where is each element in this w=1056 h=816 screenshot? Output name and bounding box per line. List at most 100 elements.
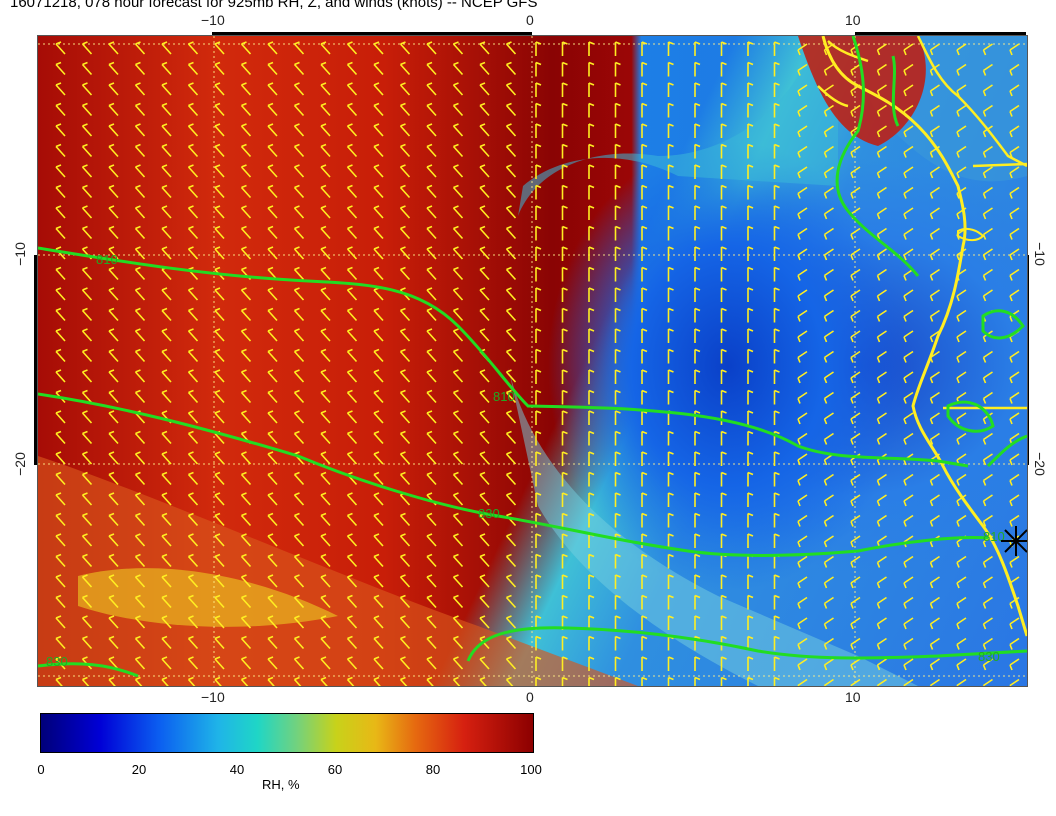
- wind-barb: [694, 328, 701, 343]
- wind-barb: [614, 184, 621, 200]
- wind-barb: [452, 102, 464, 117]
- wind-barb: [876, 289, 887, 302]
- wind-barb: [720, 369, 727, 384]
- contour-east-loop: [981, 309, 1025, 340]
- wind-barb: [561, 307, 568, 323]
- wind-barb: [773, 369, 780, 384]
- wind-barb: [561, 574, 568, 589]
- wind-barb: [667, 369, 674, 384]
- wind-barb: [108, 205, 119, 219]
- wind-barb: [479, 123, 490, 137]
- wind-barb: [929, 166, 940, 179]
- wind-barb: [667, 225, 674, 241]
- wind-barb: [667, 246, 674, 261]
- wind-barb: [667, 512, 674, 528]
- wind-barb: [773, 348, 780, 364]
- wind-barb: [641, 656, 648, 671]
- wind-barb: [134, 102, 146, 117]
- wind-barb: [588, 594, 595, 610]
- wind-barb: [426, 307, 437, 322]
- wind-barb: [694, 102, 701, 118]
- wind-barb: [641, 164, 648, 179]
- wind-barb: [426, 389, 437, 404]
- wind-barb: [55, 102, 66, 117]
- wind-barb: [1009, 350, 1020, 363]
- wind-barb: [823, 186, 834, 199]
- wind-barb: [214, 471, 225, 486]
- wind-barb: [479, 389, 490, 404]
- wind-barb: [773, 512, 780, 528]
- wind-barb: [720, 102, 727, 118]
- wind-barb: [479, 492, 490, 506]
- wind-barb: [773, 410, 780, 425]
- wind-barb: [134, 287, 146, 301]
- wind-barb: [797, 309, 808, 322]
- wind-barb: [535, 123, 542, 138]
- wind-barb: [346, 164, 358, 178]
- wind-barb: [535, 82, 542, 97]
- wind-barb: [876, 391, 887, 404]
- wind-barb: [823, 371, 834, 384]
- wind-barb: [876, 596, 887, 609]
- wind-barb: [982, 207, 993, 220]
- wind-barb: [240, 287, 252, 301]
- wind-barb: [161, 471, 172, 486]
- wind-barb: [399, 389, 411, 404]
- wind-barb: [823, 309, 834, 322]
- wind-barb: [452, 451, 464, 465]
- wind-barb: [81, 82, 93, 96]
- wind-barb: [667, 635, 674, 651]
- wind-barb: [399, 246, 411, 260]
- wind-barb: [320, 533, 331, 547]
- wind-barb: [426, 184, 437, 199]
- wind-barb: [720, 246, 727, 261]
- wind-barb: [667, 389, 674, 405]
- wind-barb: [240, 328, 252, 342]
- wind-barb: [614, 328, 621, 343]
- wind-barb: [240, 123, 252, 137]
- wind-barb: [346, 492, 358, 506]
- axis-top-tick: −10: [201, 12, 225, 28]
- wind-barb: [373, 61, 384, 76]
- wind-barb: [982, 432, 993, 445]
- wind-barb: [505, 266, 517, 281]
- wind-barb: [161, 287, 172, 301]
- wind-barb: [240, 389, 252, 404]
- wind-barb: [505, 328, 517, 342]
- wind-barb: [614, 225, 621, 241]
- wind-barb: [346, 205, 358, 219]
- wind-barb: [373, 410, 384, 424]
- wind-barb: [614, 307, 621, 323]
- wind-barb: [588, 410, 595, 425]
- wind-barb: [667, 430, 674, 446]
- wind-barb: [240, 471, 252, 486]
- axis-right-tick: −20: [1031, 452, 1048, 476]
- wind-barb: [373, 512, 384, 527]
- wind-barb: [81, 61, 93, 76]
- wind-barb: [452, 307, 464, 322]
- wind-barb: [267, 246, 278, 260]
- wind-barb: [320, 266, 331, 281]
- wind-barb: [588, 61, 595, 77]
- colorbar-tick: 60: [327, 762, 343, 777]
- wind-barb: [267, 205, 278, 219]
- wind-barb: [903, 637, 914, 650]
- wind-barb: [614, 164, 621, 179]
- wind-barb: [373, 369, 384, 383]
- wind-barb: [320, 369, 331, 383]
- wind-barb: [720, 184, 727, 200]
- wind-barb: [823, 227, 834, 240]
- wind-barb: [561, 266, 568, 282]
- wind-barb: [293, 164, 305, 178]
- wind-barb: [399, 348, 411, 363]
- wind-barb: [797, 596, 808, 609]
- wind-barb: [773, 41, 780, 56]
- wind-barb: [982, 596, 993, 609]
- wind-barb: [823, 555, 834, 568]
- wind-barb: [667, 61, 674, 77]
- map-title: 16071218, 078 hour forecast for 925mb RH…: [10, 0, 538, 11]
- wind-barb: [903, 658, 914, 671]
- wind-barb: [399, 410, 411, 424]
- wind-barb: [134, 430, 146, 445]
- wind-barb: [694, 307, 701, 323]
